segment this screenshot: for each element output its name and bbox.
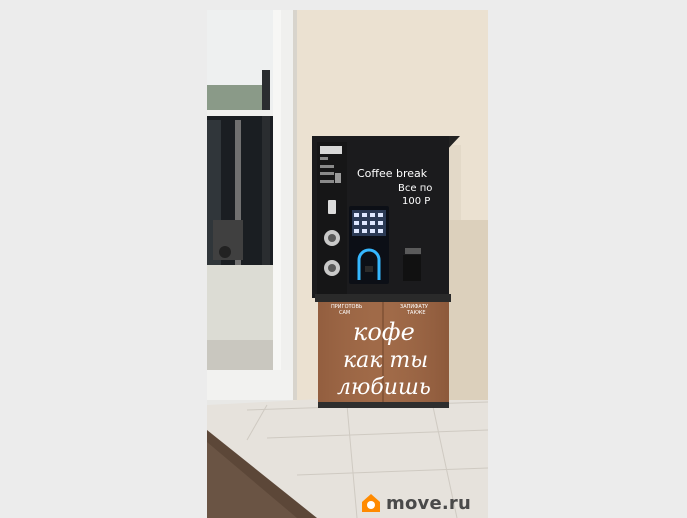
price-line-1: Все по [398, 183, 432, 194]
slogan-line-1: кофе [353, 318, 415, 346]
scene: Coffee break Все по 100 Р ПРИГОТОВЬ САМ … [207, 10, 488, 518]
label-right-2: ТАКЖЕ [406, 310, 426, 316]
label-left-2: САМ [339, 310, 350, 316]
slogan-line-3: любишь [337, 375, 431, 400]
window [207, 10, 297, 410]
photo: Coffee break Все по 100 Р ПРИГОТОВЬ САМ … [207, 10, 488, 518]
price-line-2: 100 Р [402, 196, 430, 207]
watermark: move.ru [360, 489, 471, 517]
house-logo-icon [362, 494, 380, 512]
slogan-line-2: как ты [343, 348, 428, 373]
brand-sign: Coffee break [357, 167, 428, 180]
watermark-text: move.ru [386, 492, 471, 514]
